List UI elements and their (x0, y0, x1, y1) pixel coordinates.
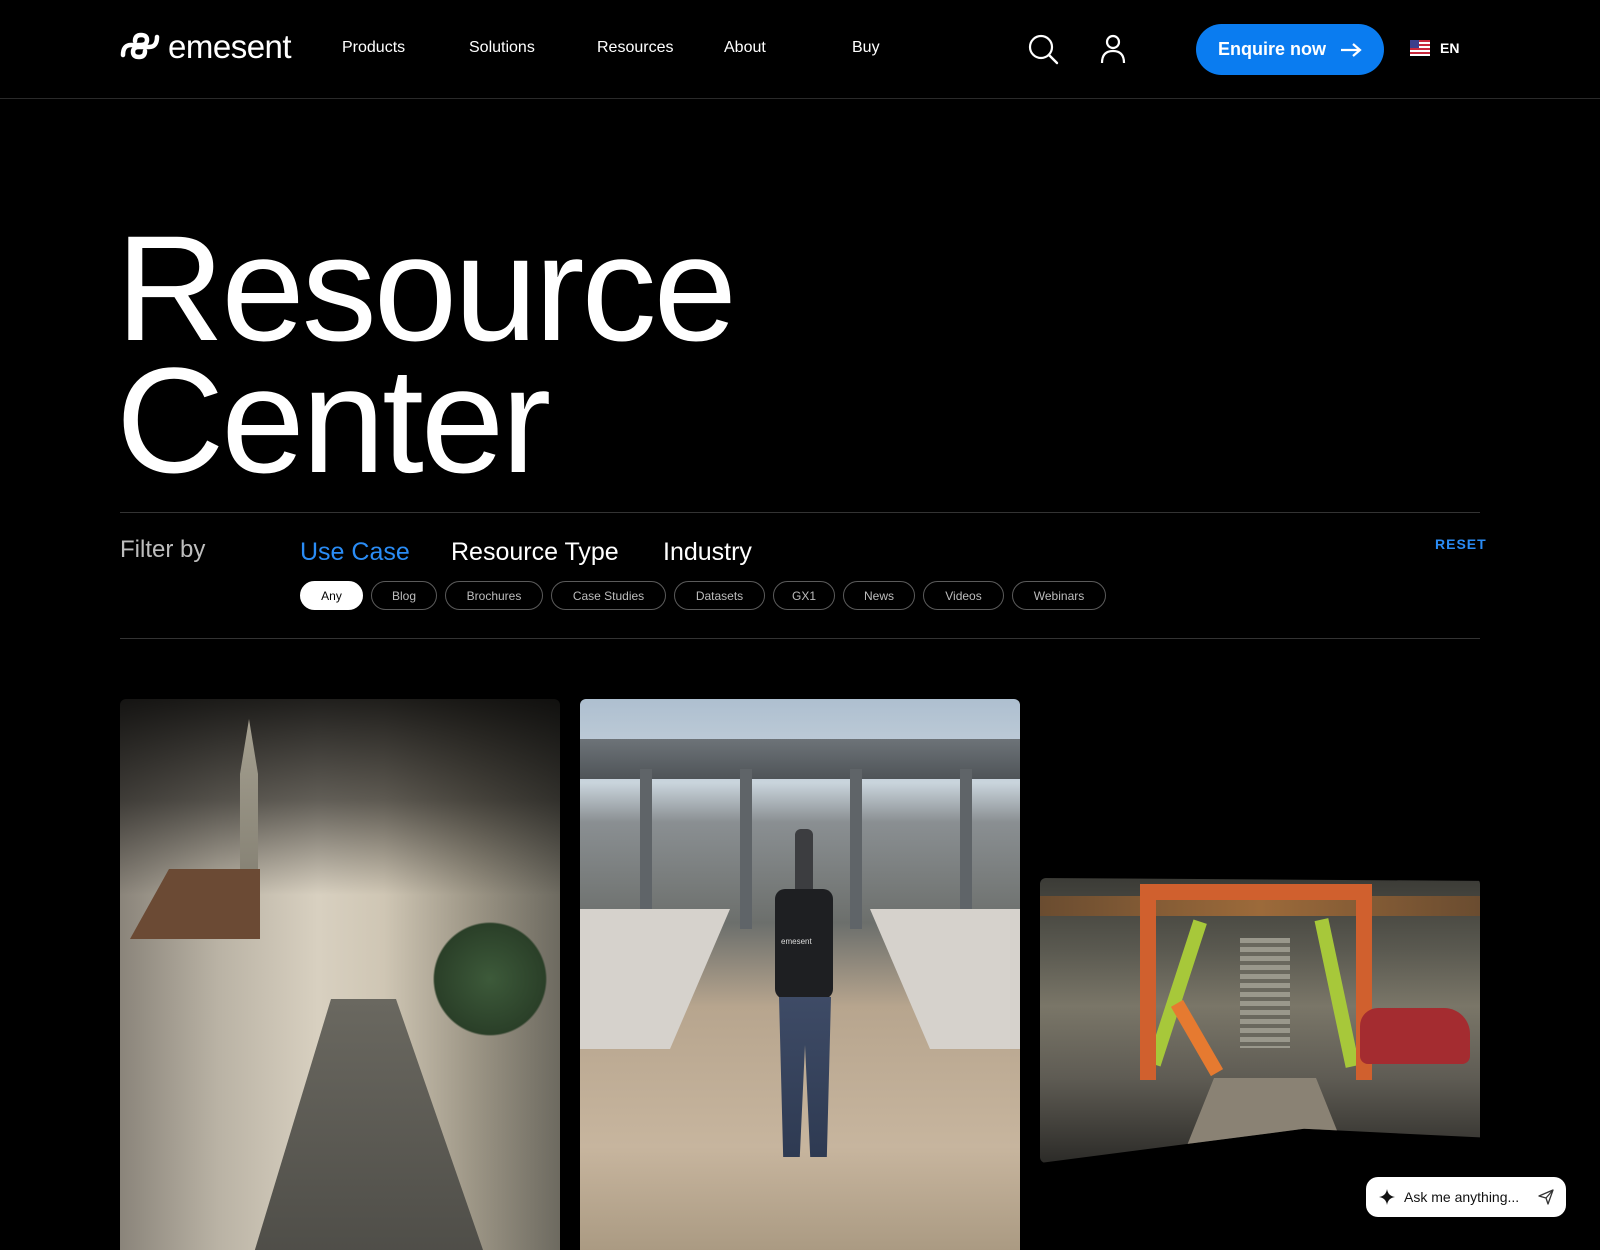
worker-legs (779, 997, 831, 1157)
sparkle-icon (1379, 1189, 1395, 1205)
card-image-arch-top (1140, 884, 1372, 900)
us-flag-icon (1410, 40, 1430, 56)
filter-chip-brochures[interactable]: Brochures (445, 581, 543, 610)
card-image-red-car (1360, 1008, 1470, 1064)
arrow-right-icon (1341, 42, 1362, 57)
filter-tab-resource-type[interactable]: Resource Type (451, 538, 619, 567)
nav-buy[interactable]: Buy (852, 38, 880, 58)
filter-chip-webinars[interactable]: Webinars (1012, 581, 1106, 610)
enquire-now-label: Enquire now (1218, 39, 1326, 59)
filter-chip-gx1[interactable]: GX1 (773, 581, 835, 610)
emesent-logo-icon (120, 32, 160, 60)
card-image-tree (430, 909, 550, 1049)
filter-top-divider (120, 512, 1480, 513)
account-button[interactable] (1096, 32, 1130, 66)
page-title-line-2: Center (116, 336, 551, 504)
resource-card-construction-site[interactable]: emesent (580, 699, 1020, 1250)
card-image-slab-left (580, 909, 730, 1049)
card-image-worker: emesent (755, 829, 855, 1189)
card-image-slab-right (870, 909, 1020, 1049)
nav-products[interactable]: Products (342, 38, 405, 58)
ai-assistant-box[interactable]: Ask me anything... (1366, 1177, 1566, 1217)
filter-chip-any[interactable]: Any (300, 581, 363, 610)
page-title: Resource Center (116, 213, 737, 495)
nav-resources[interactable]: Resources (597, 38, 673, 58)
resource-card-city-scan[interactable] (120, 699, 560, 1250)
card-image-walkway (1180, 1078, 1350, 1163)
card-image-stairs (1240, 938, 1290, 1048)
filter-chip-videos[interactable]: Videos (923, 581, 1004, 610)
nav-solutions[interactable]: Solutions (469, 38, 535, 58)
filter-tab-use-case[interactable]: Use Case (300, 538, 410, 567)
scanner-mast (795, 829, 813, 893)
card-image-green-beam (1314, 918, 1360, 1068)
send-button[interactable] (1538, 1189, 1554, 1205)
send-icon (1538, 1189, 1554, 1205)
backpack-logo-text: emesent (781, 937, 812, 946)
user-icon (1100, 34, 1126, 64)
card-image-arch-left (1140, 884, 1156, 1080)
card-image-roof (130, 869, 260, 939)
emesent-logo[interactable]: emesent (120, 27, 292, 65)
filter-chip-blog[interactable]: Blog (371, 581, 437, 610)
nav-about[interactable]: About (724, 38, 766, 58)
filter-chip-news[interactable]: News (843, 581, 915, 610)
resource-card-point-cloud-arch[interactable] (1040, 878, 1480, 1163)
filter-bottom-divider (120, 638, 1480, 639)
search-icon (1028, 34, 1059, 65)
logo-text: emesent (168, 27, 292, 65)
card-image-pillar (640, 769, 652, 929)
assistant-input[interactable]: Ask me anything... (1404, 1189, 1519, 1205)
card-image-orange-beam (1170, 999, 1224, 1077)
card-image-pillar (960, 769, 972, 929)
language-label: EN (1440, 40, 1460, 56)
enquire-now-button[interactable]: Enquire now (1196, 24, 1384, 75)
filter-tab-industry[interactable]: Industry (663, 538, 752, 567)
filter-by-label: Filter by (120, 536, 206, 563)
reset-filters-button[interactable]: RESET (1435, 536, 1487, 552)
language-selector[interactable]: EN (1410, 40, 1459, 56)
card-image-pillar (740, 769, 752, 929)
filter-chip-case-studies[interactable]: Case Studies (551, 581, 666, 610)
site-header: emesent Products Solutions Resources Abo… (0, 0, 1600, 99)
search-button[interactable] (1026, 32, 1060, 66)
filter-chip-datasets[interactable]: Datasets (674, 581, 765, 610)
